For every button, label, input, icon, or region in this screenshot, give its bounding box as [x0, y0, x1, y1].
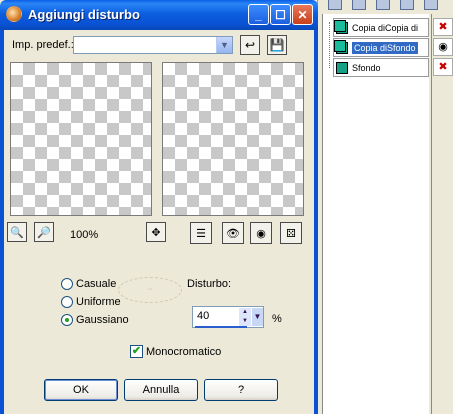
visibility-column: ✖ ◉ ✖ [431, 14, 453, 414]
maximize-icon: ☐ [275, 7, 286, 22]
checkmark-icon: ✔ [131, 345, 142, 357]
layer-thumbnail [334, 19, 348, 34]
chevron-down-icon[interactable]: ▼ [216, 37, 232, 53]
zoom-out-icon: 🔍 [10, 226, 24, 239]
minimize-button[interactable]: _ [248, 4, 269, 25]
layer-thumbnail [336, 61, 348, 74]
delete-layer-icon[interactable] [424, 0, 438, 10]
randomize-button[interactable]: ⚄ [280, 222, 302, 244]
radio-gaussiano-label: Gaussiano [76, 314, 129, 326]
layer-item-selected[interactable]: Copia diSfondo [333, 38, 429, 57]
monochrome-checkbox[interactable]: ✔ [130, 345, 143, 358]
tree-connector [329, 22, 330, 68]
zoom-in-icon: 🔎 [37, 226, 51, 239]
preset-label: Imp. predef.: [12, 39, 74, 51]
radio-casuale[interactable] [61, 278, 73, 290]
ok-button[interactable]: OK [44, 379, 118, 401]
auto-eye-icon: 👁 [226, 227, 240, 240]
layer-item[interactable]: Copia diCopia di [333, 18, 429, 37]
dice-icon: ⚄ [286, 227, 296, 240]
radio-casuale-label: Casuale [76, 278, 117, 290]
preview-toggle-button[interactable]: ☰ [190, 222, 212, 244]
result-preview[interactable] [162, 62, 304, 216]
radio-uniforme[interactable] [61, 296, 73, 308]
undo-arrow-icon: ↩ [244, 38, 256, 52]
save-preset-button[interactable]: 💾 [267, 35, 287, 55]
reset-button[interactable]: ↩ [240, 35, 260, 55]
layers-list: Copia diCopia di Copia diSfondo Sfondo [322, 14, 429, 414]
layers-toolbar [318, 0, 453, 10]
spin-up-icon[interactable]: ▲ [239, 308, 251, 317]
minimize-icon: _ [255, 7, 262, 22]
app-icon [6, 6, 22, 22]
close-icon: ✕ [297, 7, 308, 22]
noise-amount-bar [195, 326, 247, 328]
layer-item[interactable]: Sfondo [333, 58, 429, 77]
list-view-icon: ☰ [196, 227, 206, 240]
eye-icon[interactable]: ◉ [433, 38, 453, 56]
noise-amount-stepper[interactable]: ▲ ▼ [239, 308, 251, 326]
auto-proof-button[interactable]: 👁 [222, 222, 244, 244]
spin-down-icon[interactable]: ▼ [239, 317, 251, 326]
window-frame-left [0, 30, 4, 414]
layers-panel: Copia diCopia di Copia diSfondo Sfondo ✖… [318, 0, 453, 414]
cancel-button[interactable]: Annulla [124, 379, 198, 401]
radio-uniforme-label: Uniforme [76, 296, 121, 308]
noise-unit: % [272, 313, 282, 325]
layer-name: Copia diCopia di [352, 22, 419, 33]
dialog-title: Aggiungi disturbo [28, 7, 140, 22]
preset-select[interactable]: ▼ [73, 36, 233, 54]
floppy-disk-icon: 💾 [269, 38, 285, 52]
move-icon: ✥ [151, 226, 161, 239]
chevron-down-icon[interactable]: ▼ [252, 308, 263, 326]
zoom-in-button[interactable]: 🔎 [34, 222, 54, 242]
layer-properties-icon[interactable] [376, 0, 390, 10]
pan-button[interactable]: ✥ [146, 222, 166, 242]
monochrome-label: Monocromatico [146, 346, 222, 358]
mask-icon[interactable] [400, 0, 414, 10]
proof-button[interactable]: ◉ [250, 222, 272, 244]
eye-icon: ◉ [256, 227, 266, 240]
add-noise-dialog: Aggiungi disturbo _ ☐ ✕ Imp. predef.: ▼ … [0, 0, 318, 414]
noise-amount-field[interactable]: 40 ▲ ▼ ▼ [192, 306, 264, 328]
zoom-out-button[interactable]: 🔍 [7, 222, 27, 242]
noise-label: Disturbo: [187, 278, 232, 290]
help-button[interactable]: ? [204, 379, 278, 401]
eye-crossed-icon[interactable]: ✖ [433, 18, 453, 36]
duplicate-layer-icon[interactable] [352, 0, 366, 10]
layer-thumbnail [334, 39, 348, 54]
close-button[interactable]: ✕ [292, 4, 313, 25]
original-preview[interactable] [10, 62, 152, 216]
noise-amount-value: 40 [197, 310, 210, 322]
zoom-level: 100% [70, 229, 99, 241]
layer-name: Sfondo [352, 62, 381, 73]
watermark-logo: ~ [118, 277, 182, 303]
radio-gaussiano[interactable] [61, 314, 73, 326]
new-layer-icon[interactable] [328, 0, 342, 10]
title-bar[interactable]: Aggiungi disturbo _ ☐ ✕ [0, 0, 318, 30]
maximize-button[interactable]: ☐ [270, 4, 291, 25]
layer-name: Copia diSfondo [352, 41, 418, 54]
eye-crossed-icon[interactable]: ✖ [433, 58, 453, 76]
